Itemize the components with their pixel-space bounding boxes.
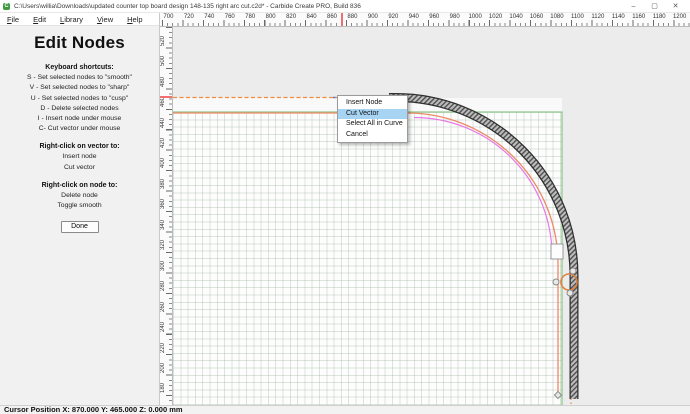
minimize-button[interactable]: – xyxy=(623,0,644,12)
vector-arc-salmon[interactable] xyxy=(173,113,558,393)
vector-arc-magenta[interactable] xyxy=(414,118,552,256)
ruler-label: 1180 xyxy=(649,14,669,20)
section-line: I - Insert node under mouse xyxy=(0,115,159,122)
section-line: Toggle smooth xyxy=(0,202,159,209)
ruler-label: 1140 xyxy=(608,14,628,20)
toolpath-band-hatch xyxy=(389,98,574,400)
context-menu-item-select-all-in-curve[interactable]: Select All in Curve xyxy=(338,119,407,130)
section-header: Right-click on vector to: xyxy=(0,143,159,150)
ruler-label: 220 xyxy=(160,338,168,358)
ruler-label: 260 xyxy=(160,297,168,317)
menu-file[interactable]: File xyxy=(0,15,26,24)
ruler-label: 920 xyxy=(383,14,403,20)
ruler-label: 960 xyxy=(424,14,444,20)
left-column: FileEditLibraryViewHelp Edit Nodes Keybo… xyxy=(0,13,160,405)
ruler-label: 820 xyxy=(281,14,301,20)
ruler-vertical: 5205004804604404204003803603403203002802… xyxy=(160,27,173,405)
close-button[interactable]: ✕ xyxy=(665,0,686,12)
edit-nodes-panel: Edit Nodes Keyboard shortcuts: S - Set se… xyxy=(0,33,159,233)
node-handle[interactable] xyxy=(553,279,559,285)
ruler-label: 840 xyxy=(302,14,322,20)
app-window: C C:\Users\willia\Downloads\updated coun… xyxy=(0,0,690,414)
ruler-label: 520 xyxy=(160,31,168,51)
vector-layer xyxy=(173,27,690,405)
ruler-label: 200 xyxy=(160,358,168,378)
ruler-ticks-major xyxy=(162,20,690,26)
section-line: D - Delete selected nodes xyxy=(0,105,159,112)
ruler-label: 1100 xyxy=(567,14,587,20)
done-button[interactable]: Done xyxy=(61,221,99,233)
ruler-label: 1060 xyxy=(527,14,547,20)
ruler-label: 760 xyxy=(220,14,240,20)
ruler-label: 500 xyxy=(160,51,168,71)
ruler-label: 880 xyxy=(342,14,362,20)
window-controls: –▢✕ xyxy=(623,0,686,12)
ruler-label: 240 xyxy=(160,317,168,337)
section-line: Insert node xyxy=(0,153,159,160)
context-menu-item-insert-node[interactable]: Insert Node xyxy=(338,98,407,109)
stock-boundary-line xyxy=(173,112,562,405)
menu-edit[interactable]: Edit xyxy=(26,15,53,24)
cursor-x-marker xyxy=(341,13,343,27)
ruler-label: 1120 xyxy=(588,14,608,20)
node-handle[interactable] xyxy=(567,290,573,296)
ruler-label: 280 xyxy=(160,276,168,296)
ruler-label: 900 xyxy=(363,14,383,20)
section-line: Cut vector xyxy=(0,164,159,171)
menu-library[interactable]: Library xyxy=(53,15,90,24)
ruler-label: 420 xyxy=(160,133,168,153)
ruler-label: 1020 xyxy=(486,14,506,20)
ruler-label: 1040 xyxy=(506,14,526,20)
design-viewport[interactable]: Insert NodeCut VectorSelect All in Curve… xyxy=(173,27,690,405)
context-menu: Insert NodeCut VectorSelect All in Curve… xyxy=(337,95,408,143)
context-menu-item-cancel[interactable]: Cancel xyxy=(338,130,407,141)
section-line: Delete node xyxy=(0,192,159,199)
ruler-label: 780 xyxy=(240,14,260,20)
ruler-label: 340 xyxy=(160,215,168,235)
canvas-area: 7007207407607808008208408608809009209409… xyxy=(160,13,690,405)
ruler-label: 1080 xyxy=(547,14,567,20)
ruler-label: 300 xyxy=(160,256,168,276)
title-bar: C C:\Users\willia\Downloads\updated coun… xyxy=(0,0,690,13)
node-selection-box[interactable] xyxy=(551,244,563,259)
ruler-label: 1160 xyxy=(629,14,649,20)
toolpath-band-outline xyxy=(389,98,574,400)
context-menu-item-cut-vector[interactable]: Cut Vector xyxy=(338,109,407,120)
ruler-label: 800 xyxy=(261,14,281,20)
node-handle[interactable] xyxy=(570,268,576,274)
section-header: Right-click on node to: xyxy=(0,182,159,189)
status-bar: Cursor Position X: 870.000 Y: 465.000 Z:… xyxy=(0,405,690,414)
ruler-label: 860 xyxy=(322,14,342,20)
ruler-label: 1000 xyxy=(465,14,485,20)
ruler-label: 940 xyxy=(404,14,424,20)
section-line: C- Cut vector under mouse xyxy=(0,125,159,132)
ruler-horizontal: 7007207407607808008208408608809009209409… xyxy=(160,13,690,27)
ruler-label: 320 xyxy=(160,235,168,255)
menu-view[interactable]: View xyxy=(90,15,120,24)
cursor-y-marker xyxy=(160,96,173,98)
ruler-label: 360 xyxy=(160,194,168,214)
menu-bar: FileEditLibraryViewHelp xyxy=(0,13,159,26)
section-header: Keyboard shortcuts: xyxy=(0,64,159,71)
window-title: C:\Users\willia\Downloads\updated counte… xyxy=(14,3,623,10)
section-line: U - Set selected nodes to "cusp" xyxy=(0,95,159,102)
end-node-diamond[interactable] xyxy=(554,391,561,398)
panel-title: Edit Nodes xyxy=(0,33,159,53)
ruler-label: 740 xyxy=(199,14,219,20)
ruler-label: 980 xyxy=(445,14,465,20)
ruler-label: 700 xyxy=(160,14,178,20)
app-icon: C xyxy=(3,3,10,10)
section-line: S - Set selected nodes to "smooth" xyxy=(0,74,159,81)
ruler-label: 1200 xyxy=(670,14,690,20)
ruler-label: 380 xyxy=(160,174,168,194)
ruler-label: 440 xyxy=(160,113,168,133)
ruler-label: 480 xyxy=(160,72,168,92)
cursor-position-readout: Cursor Position X: 870.000 Y: 465.000 Z:… xyxy=(4,405,183,414)
section-line: V - Set selected nodes to "sharp" xyxy=(0,84,159,91)
ruler-label: 720 xyxy=(179,14,199,20)
ruler-label: 180 xyxy=(160,378,168,398)
maximize-button[interactable]: ▢ xyxy=(644,0,665,12)
ruler-label: 400 xyxy=(160,153,168,173)
menu-help[interactable]: Help xyxy=(120,15,149,24)
